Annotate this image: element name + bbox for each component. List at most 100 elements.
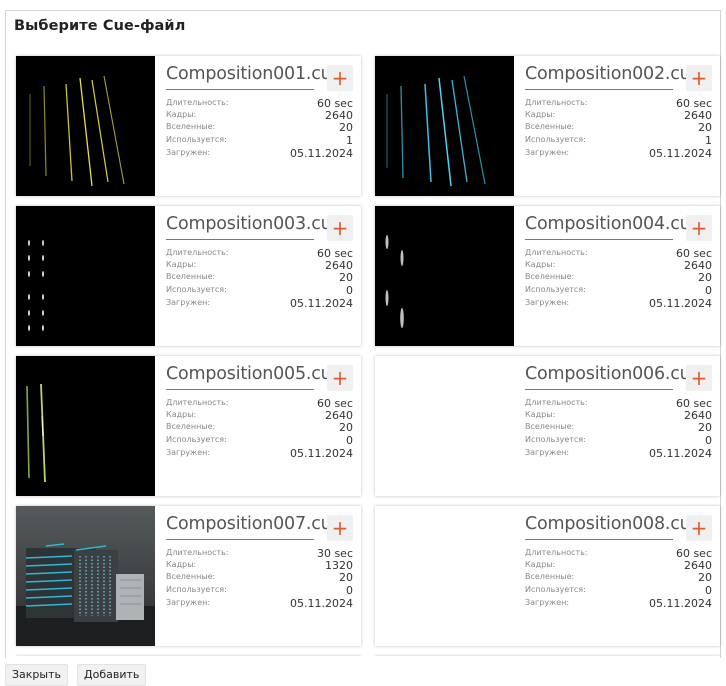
universes-value: 20	[339, 121, 353, 135]
frames-value: 2640	[325, 259, 353, 273]
cue-card-composition002[interactable]: Composition002.cue + Длительность: 60 sec…	[375, 56, 720, 196]
duration-label: Длительность:	[166, 398, 229, 407]
loaded-label: Загружен:	[525, 447, 570, 457]
thumbnail-building-night	[16, 506, 155, 646]
universes-value: 20	[698, 421, 712, 435]
cue-card-composition007[interactable]: Composition007.cue + Длительность: 30 sec…	[16, 506, 361, 646]
used-label: Используется:	[166, 284, 227, 294]
used-label: Используется:	[525, 284, 586, 294]
title-divider	[166, 239, 314, 240]
card-title: Composition001.cue	[166, 64, 343, 84]
title-divider	[166, 89, 314, 90]
loaded-label: Загружен:	[166, 447, 211, 457]
add-button[interactable]: +	[327, 65, 353, 91]
card-title: Composition003.cue	[166, 214, 343, 234]
duration-label: Длительность:	[525, 248, 588, 257]
cue-card-composition006[interactable]: Composition006.cue + Длительность: 60 sec…	[375, 356, 720, 496]
used-label: Используется:	[166, 134, 227, 144]
duration-value: 60 sec	[316, 397, 353, 410]
loaded-value: 05.11.2024	[290, 296, 353, 310]
duration-value: 60 sec	[675, 247, 712, 260]
title-divider	[525, 239, 673, 240]
frames-label: Кадры:	[525, 260, 556, 270]
add-selected-button[interactable]: Добавить	[77, 664, 147, 686]
duration-value: 30 sec	[316, 547, 353, 560]
add-button[interactable]: +	[327, 515, 353, 541]
add-button[interactable]: +	[686, 515, 712, 541]
card-properties: Длительность: 60 sec Кадры: 2640 Вселенные…	[525, 548, 712, 610]
universes-value: 20	[698, 271, 712, 285]
duration-value: 60 sec	[316, 247, 353, 260]
universes-value: 20	[339, 421, 353, 435]
thumbnail-image	[16, 506, 155, 646]
cue-card-composition003[interactable]: Composition003.cue + Длительность: 60 sec…	[16, 206, 361, 346]
used-value: 0	[346, 283, 353, 297]
title-divider	[525, 539, 673, 540]
frames-label: Кадры:	[525, 410, 556, 420]
add-button[interactable]: +	[686, 365, 712, 391]
frames-label: Кадры:	[166, 260, 197, 270]
card-properties: Длительность: 60 sec Кадры: 2640 Вселенные…	[166, 98, 353, 160]
card-title: Composition006.cue	[525, 364, 702, 384]
duration-value: 60 sec	[675, 97, 712, 110]
used-label: Используется:	[525, 434, 586, 444]
loaded-value: 05.11.2024	[649, 446, 712, 460]
card-title: Composition008.cue	[525, 514, 702, 534]
frames-value: 2640	[325, 409, 353, 423]
thumbnail-image	[16, 56, 155, 196]
duration-value: 60 sec	[316, 97, 353, 110]
frames-label: Кадры:	[166, 560, 197, 570]
used-value: 0	[346, 433, 353, 447]
card-title: Composition007.cue	[166, 514, 343, 534]
cue-card-composition004[interactable]: Composition004.cue + Длительность: 60 sec…	[375, 206, 720, 346]
duration-value: 60 sec	[675, 547, 712, 560]
used-value: 0	[705, 433, 712, 447]
thumbnail-image	[16, 206, 155, 346]
duration-label: Длительность:	[166, 98, 229, 107]
add-button[interactable]: +	[327, 215, 353, 241]
card-properties: Длительность: 60 sec Кадры: 2640 Вселенные…	[166, 248, 353, 310]
universes-label: Вселенные:	[166, 272, 216, 282]
thumbnail-image	[375, 56, 514, 196]
title-divider	[525, 389, 673, 390]
duration-label: Длительность:	[525, 548, 588, 557]
cue-card-composition001[interactable]: Composition001.cue + Длительность: 60 sec…	[16, 56, 361, 196]
thumbnail-yellow-streaks	[16, 56, 155, 196]
used-label: Используется:	[166, 434, 227, 444]
duration-label: Длительность:	[166, 548, 229, 557]
thumbnail-image	[375, 206, 514, 346]
cue-card-composition005[interactable]: Composition005.cue + Длительность: 60 sec…	[16, 356, 361, 496]
card-title: Composition002.cue	[525, 64, 702, 84]
frames-label: Кадры:	[525, 560, 556, 570]
thumbnail-blank	[375, 356, 514, 496]
thumbnail-white-dots	[16, 206, 155, 346]
title-divider	[166, 389, 314, 390]
loaded-value: 05.11.2024	[290, 146, 353, 160]
frames-value: 2640	[684, 409, 712, 423]
universes-label: Вселенные:	[525, 572, 575, 582]
cue-card-composition008[interactable]: Composition008.cue + Длительность: 60 sec…	[375, 506, 720, 646]
dialog-title: Выберите Cue-файл	[14, 18, 186, 34]
thumbnail-image	[16, 356, 155, 496]
add-button[interactable]: +	[686, 65, 712, 91]
thumbnail-white-flares	[375, 206, 514, 346]
universes-label: Вселенные:	[166, 572, 216, 582]
frames-value: 2640	[325, 109, 353, 123]
universes-value: 20	[698, 121, 712, 135]
loaded-value: 05.11.2024	[290, 446, 353, 460]
close-button[interactable]: Закрыть	[5, 664, 68, 686]
thumbnail-blank	[375, 506, 514, 646]
add-button[interactable]: +	[327, 365, 353, 391]
card-properties: Длительность: 60 sec Кадры: 2640 Вселенные…	[166, 398, 353, 460]
add-button[interactable]: +	[686, 215, 712, 241]
thumbnail-cyan-streaks	[375, 56, 514, 196]
loaded-value: 05.11.2024	[649, 596, 712, 610]
loaded-label: Загружен:	[166, 297, 211, 307]
used-value: 0	[705, 283, 712, 297]
used-label: Используется:	[166, 584, 227, 594]
universes-label: Вселенные:	[525, 422, 575, 432]
dialog-footer: Закрыть Добавить	[5, 658, 721, 686]
frames-label: Кадры:	[166, 410, 197, 420]
frames-label: Кадры:	[166, 110, 197, 120]
card-properties: Длительность: 60 sec Кадры: 2640 Вселенные…	[525, 398, 712, 460]
